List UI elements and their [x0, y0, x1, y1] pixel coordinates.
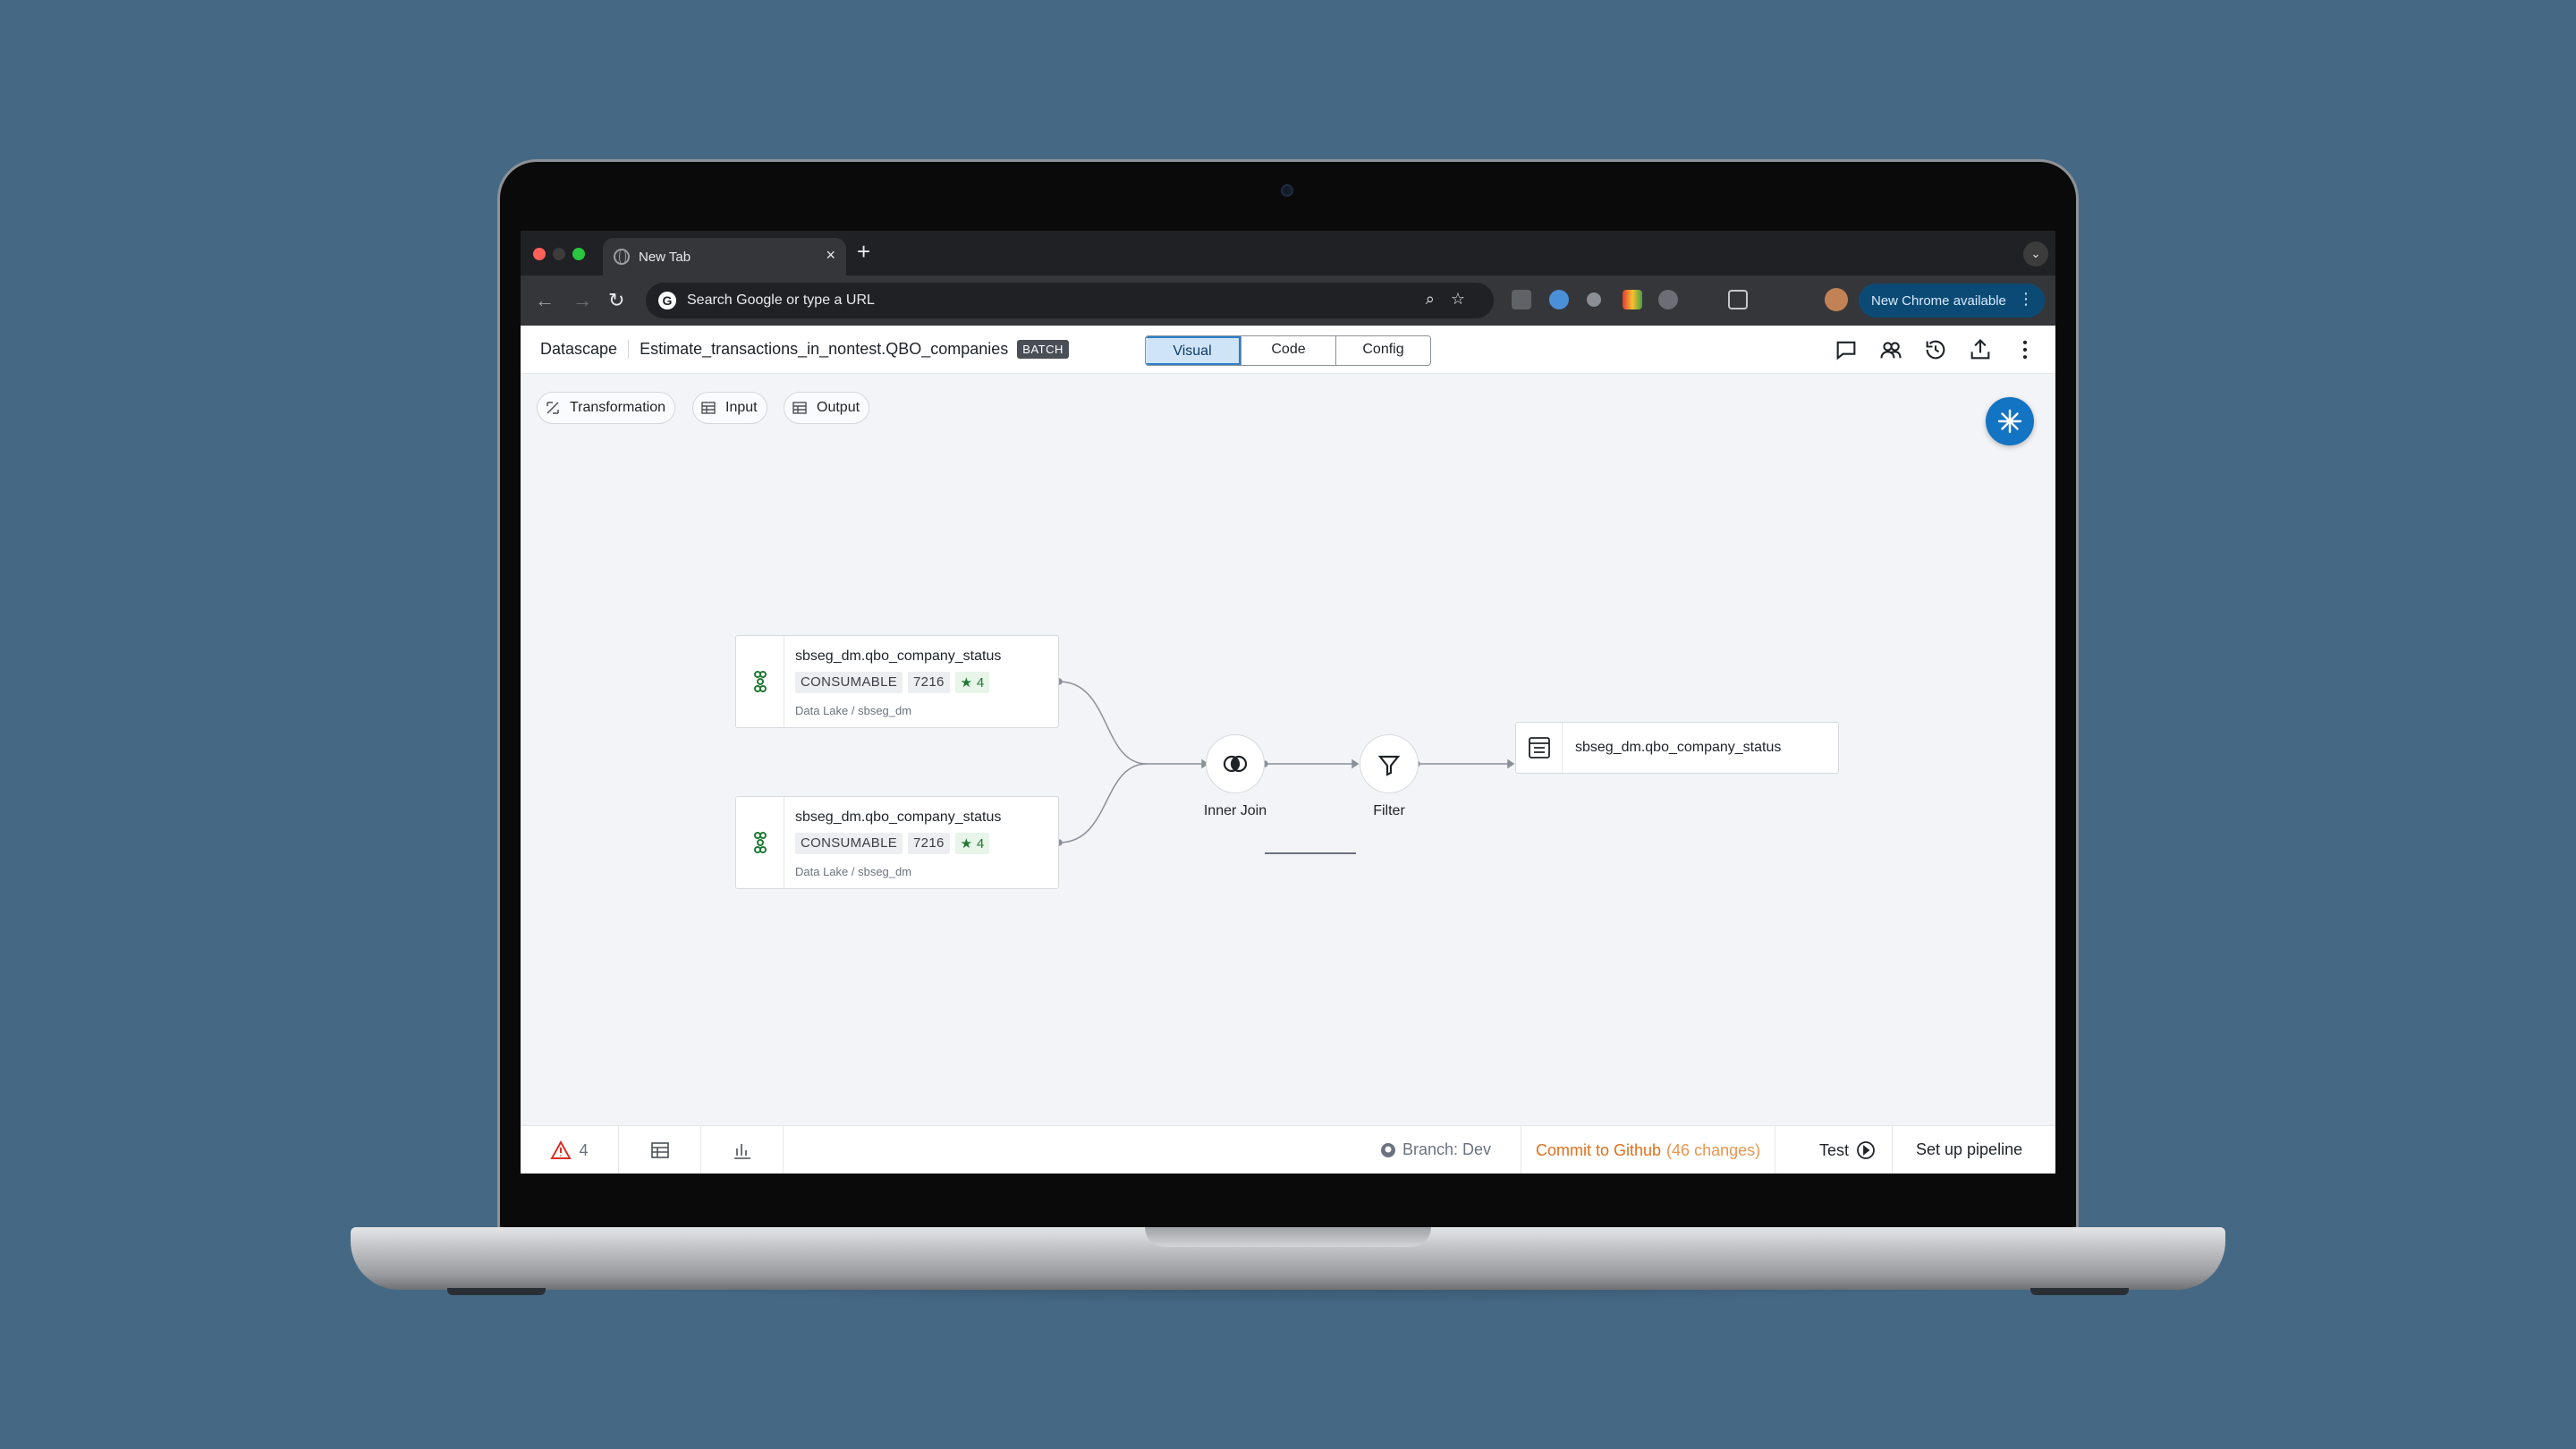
edge-source1-join — [1058, 681, 1202, 765]
laptop-foot — [2030, 1288, 2129, 1295]
extension-icon[interactable] — [1658, 290, 1678, 309]
venn-join-icon — [1223, 755, 1248, 773]
app-header: Datascape Estimate_transactions_in_nonte… — [521, 326, 2055, 374]
table-icon — [1516, 723, 1563, 773]
status-bar: 4 Branch: Dev Commit to Github (46 chang… — [521, 1125, 2055, 1174]
filter-label: Filter — [1373, 803, 1405, 818]
source-name: sbseg_dm.qbo_company_status — [795, 809, 1002, 825]
pipeline-canvas[interactable]: Transformation Input Output sbseg_dm.qbo… — [521, 374, 2055, 1125]
collaborators-icon[interactable] — [1878, 337, 1903, 362]
source-node[interactable]: sbseg_dm.qbo_company_status CONSUMABLE 7… — [735, 796, 1059, 889]
browser-tab-strip: New Tab × + ⌄ — [521, 231, 2055, 275]
bottom-bezel — [521, 1174, 2055, 1227]
pipeline-name[interactable]: Estimate_transactions_in_nontest.QBO_com… — [640, 340, 1008, 359]
warning-count: 4 — [579, 1140, 589, 1159]
update-label: New Chrome available — [1871, 292, 2006, 309]
tab-search-icon[interactable]: ⌄ — [2023, 242, 2048, 267]
record-count: 7216 — [908, 672, 950, 693]
tab-title: New Tab — [639, 249, 691, 265]
extension-icon[interactable] — [1512, 290, 1531, 309]
branch-label: Branch: Dev — [1402, 1140, 1492, 1158]
view-switcher: Visual Code Config — [1145, 335, 1431, 366]
laptop-foot — [447, 1288, 546, 1295]
data-preview-button[interactable] — [619, 1126, 701, 1174]
source-name: sbseg_dm.qbo_company_status — [795, 648, 1002, 664]
share-icon[interactable] — [1968, 337, 1993, 362]
back-icon[interactable]: ← — [535, 288, 555, 313]
warning-icon — [550, 1140, 572, 1159]
tab-code[interactable]: Code — [1241, 336, 1335, 365]
metrics-button[interactable] — [701, 1126, 784, 1174]
github-icon — [1381, 1142, 1395, 1157]
laptop-hinge-notch — [1145, 1227, 1431, 1247]
commit-label: Commit to Github — [1536, 1140, 1662, 1159]
edge-source2-join — [1058, 763, 1148, 843]
mode-badge: BATCH — [1017, 340, 1069, 359]
branch-indicator[interactable]: Branch: Dev — [1379, 1140, 1491, 1159]
star-rating: ★ 4 — [954, 672, 990, 693]
address-bar-placeholder: Search Google or type a URL — [687, 292, 875, 308]
browser-toolbar: ← → ↻ G Search Google or type a URL ⌕☆ N… — [521, 275, 2055, 326]
screen: New Tab × + ⌄ ← → ↻ G Search Google or t… — [521, 231, 2055, 1174]
filter-icon — [1377, 755, 1401, 776]
new-chrome-available-button[interactable]: New Chrome available ⋮ — [1859, 284, 2045, 318]
more-options-icon[interactable] — [2012, 337, 2038, 362]
star-rating: ★ 4 — [954, 833, 990, 854]
inner-join-label: Inner Join — [1203, 803, 1267, 818]
consumable-badge: CONSUMABLE — [795, 833, 903, 854]
browser-tab[interactable]: New Tab × — [603, 238, 846, 275]
webcam — [1281, 184, 1293, 197]
zoom-and-bookmark-icons[interactable]: ⌕☆ — [1426, 290, 1481, 309]
profile-avatar[interactable] — [1825, 288, 1848, 311]
commit-changes-count: (46 changes) — [1666, 1140, 1761, 1159]
output-name: sbseg_dm.qbo_company_status — [1575, 740, 1782, 755]
filter-node[interactable] — [1360, 734, 1419, 793]
warnings-button[interactable]: 4 — [521, 1126, 619, 1174]
extension-icon[interactable] — [1549, 290, 1569, 309]
app-brand[interactable]: Datascape — [540, 340, 630, 359]
consumable-icon — [736, 797, 784, 888]
extension-icon[interactable] — [1623, 290, 1642, 309]
extensions-puzzle-icon[interactable] — [1728, 290, 1748, 309]
table-icon — [650, 1142, 669, 1158]
chrome-icon — [614, 249, 630, 265]
source-path: Data Lake / sbseg_dm — [795, 704, 912, 717]
tab-visual[interactable]: Visual — [1146, 336, 1241, 365]
source-node[interactable]: sbseg_dm.qbo_company_status CONSUMABLE 7… — [735, 635, 1059, 728]
minimize-window-button[interactable] — [553, 248, 565, 260]
maximize-window-button[interactable] — [572, 248, 585, 260]
test-button[interactable]: Test — [1803, 1126, 1894, 1174]
comment-icon[interactable] — [1834, 337, 1859, 362]
consumable-badge: CONSUMABLE — [795, 672, 903, 693]
record-count: 7216 — [908, 833, 950, 854]
inner-join-node[interactable] — [1206, 734, 1265, 793]
close-tab-icon[interactable]: × — [826, 246, 835, 265]
extension-icon[interactable] — [1587, 292, 1601, 307]
reload-icon[interactable]: ↻ — [608, 288, 624, 313]
output-node[interactable]: sbseg_dm.qbo_company_status — [1515, 722, 1839, 774]
history-icon[interactable] — [1923, 337, 1948, 362]
address-bar[interactable]: G Search Google or type a URL ⌕☆ — [646, 283, 1494, 318]
header-actions — [1834, 337, 2038, 362]
bar-chart-icon — [733, 1144, 750, 1159]
chrome-menu-icon[interactable]: ⋮ — [2018, 290, 2034, 309]
forward-icon[interactable]: → — [572, 288, 592, 313]
test-label: Test — [1819, 1140, 1850, 1159]
close-window-button[interactable] — [533, 248, 546, 260]
source-path: Data Lake / sbseg_dm — [795, 865, 912, 878]
play-icon — [1857, 1141, 1875, 1159]
google-icon: G — [658, 292, 676, 309]
commit-to-github-button[interactable]: Commit to Github (46 changes) — [1521, 1126, 1776, 1174]
consumable-icon — [736, 636, 784, 727]
set-up-pipeline-button[interactable]: Set up pipeline — [1916, 1140, 2022, 1159]
tab-config[interactable]: Config — [1335, 336, 1430, 365]
new-tab-button[interactable]: + — [857, 240, 870, 263]
